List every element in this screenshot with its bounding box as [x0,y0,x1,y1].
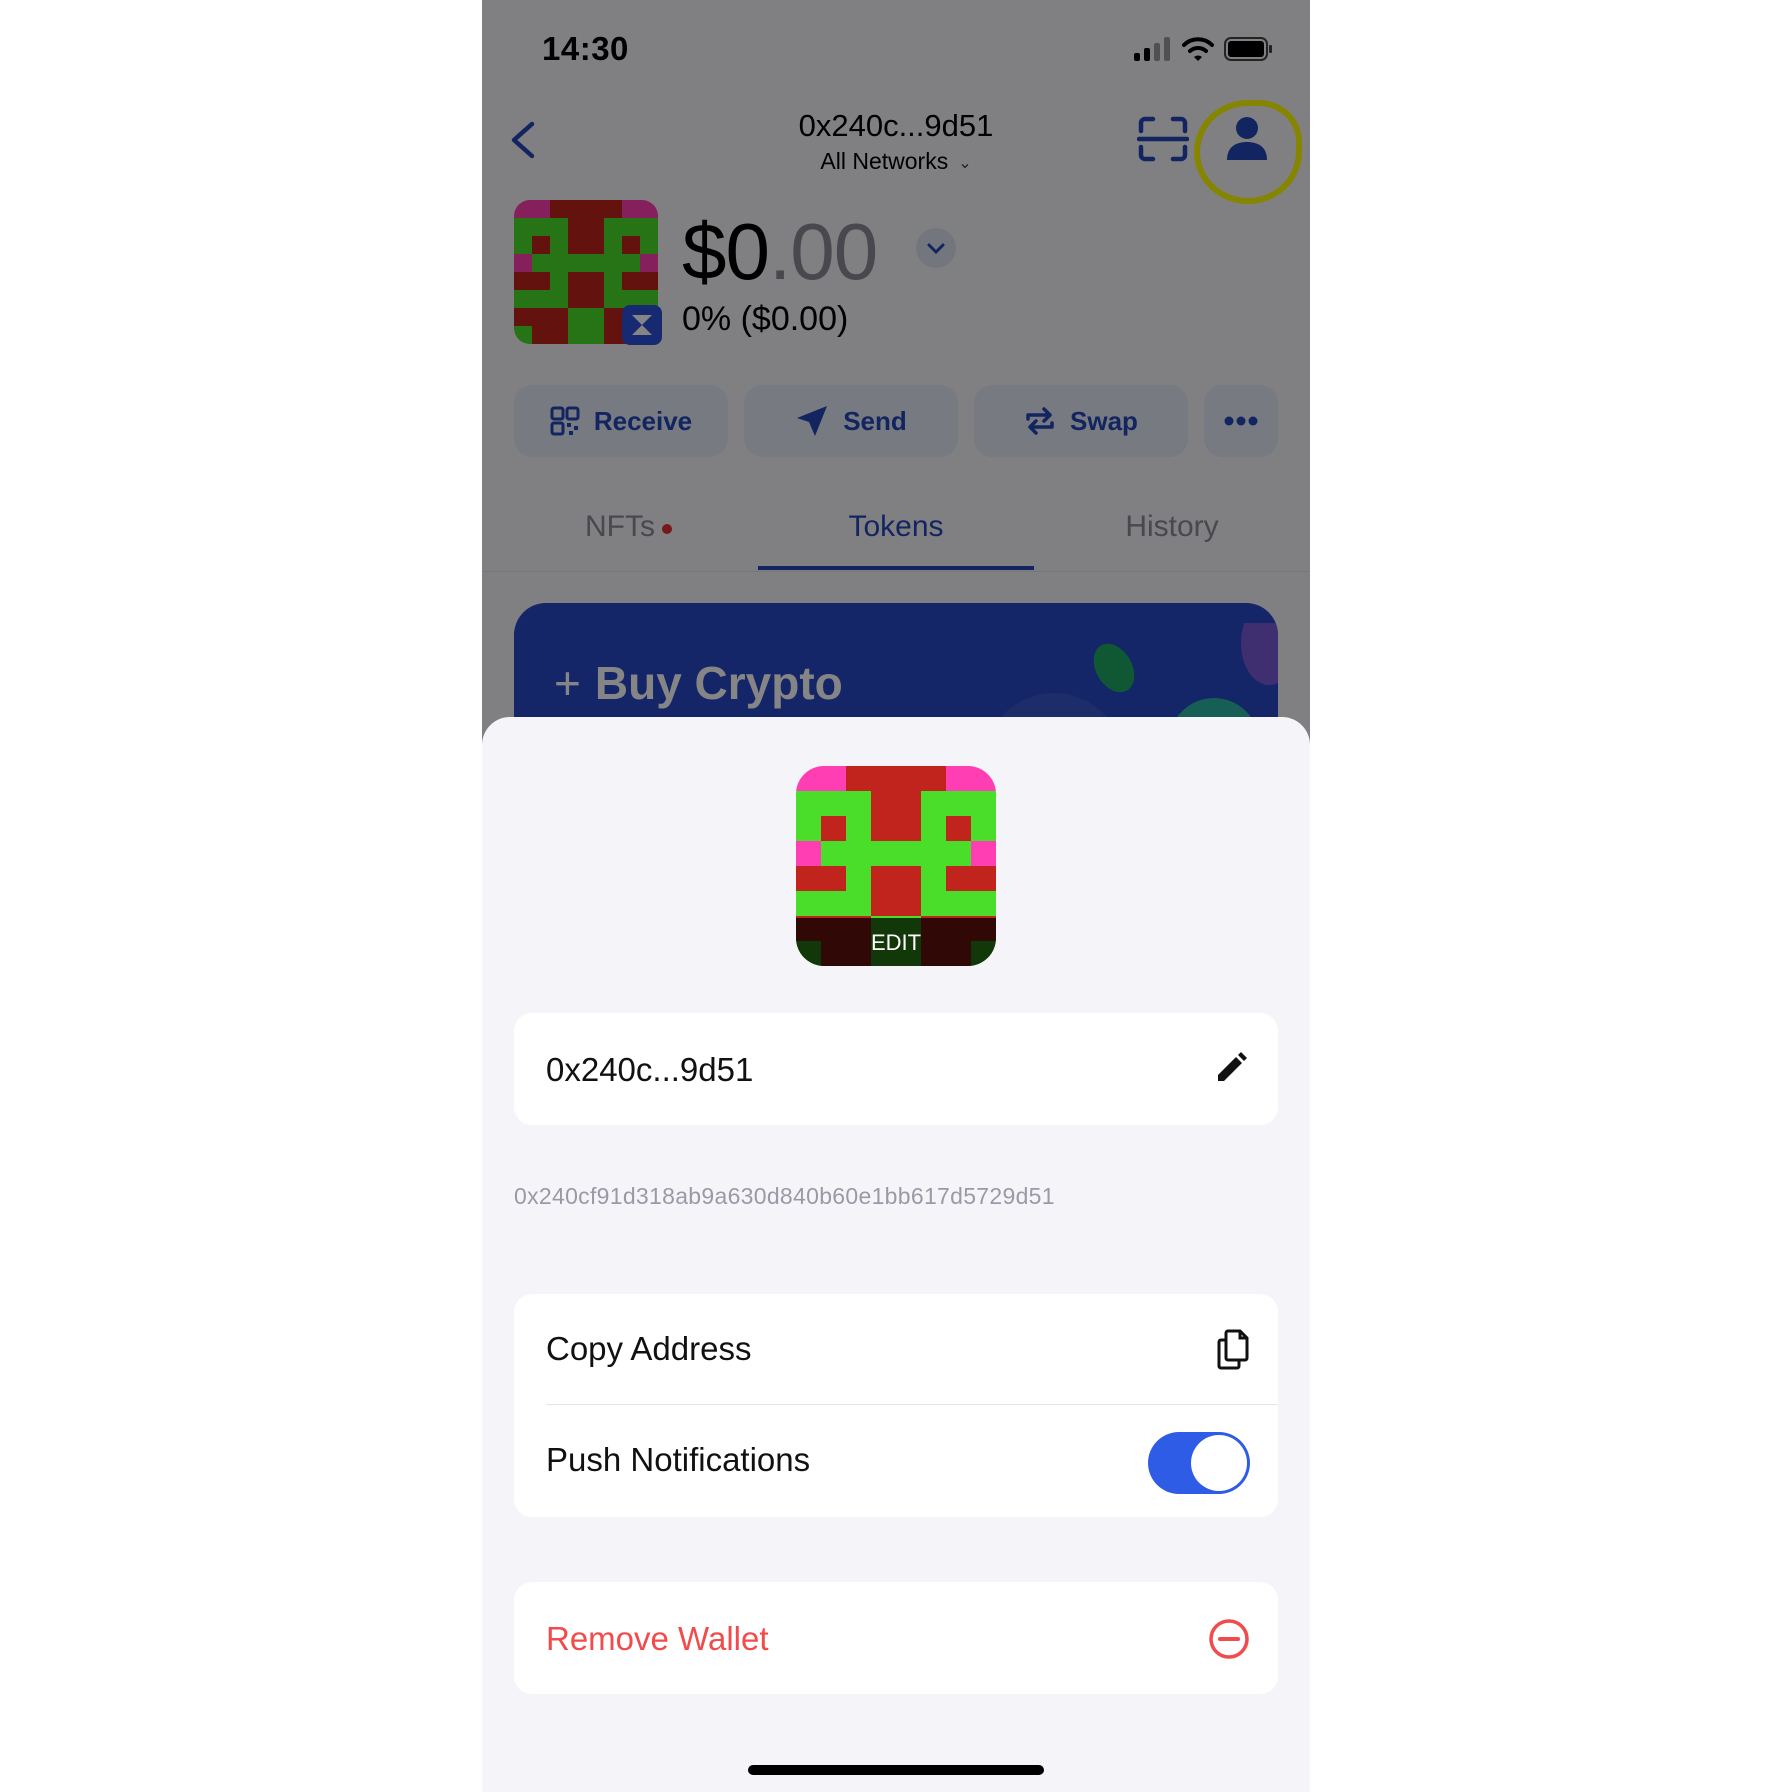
avatar-cell [846,891,871,916]
home-indicator[interactable] [748,1765,1044,1775]
avatar-cell [821,841,846,866]
avatar-cell [846,816,871,841]
avatar-cell [921,766,946,791]
avatar-cell [946,841,971,866]
avatar-cell [796,866,821,891]
avatar-cell [871,766,896,791]
avatar-cell [971,766,996,791]
avatar-cell [796,766,821,791]
avatar-cell [796,891,821,916]
avatar-cell [971,791,996,816]
push-notifications-label: Push Notifications [546,1441,811,1478]
remove-wallet-row[interactable]: Remove Wallet [514,1582,1278,1694]
wallet-name-value: 0x240c...9d51 [546,1051,754,1088]
avatar-cell [821,891,846,916]
avatar-cell [871,816,896,841]
toggle-knob [1191,1435,1247,1491]
avatar-edit-label: EDIT [796,918,996,966]
push-notifications-toggle[interactable] [1148,1432,1250,1494]
avatar-cell [921,891,946,916]
avatar-cell [896,841,921,866]
copy-address-row[interactable]: Copy Address [514,1294,1278,1404]
avatar-cell [871,866,896,891]
phone-screen: 14:30 0x240c...9d51 All Networks ⌄ $0.00… [482,0,1310,1792]
avatar-cell [796,841,821,866]
avatar-cell [921,866,946,891]
remove-wallet-label: Remove Wallet [546,1620,769,1657]
avatar-cell [946,816,971,841]
avatar-cell [971,816,996,841]
avatar-cell [871,891,896,916]
full-wallet-address: 0x240cf91d318ab9a630d840b60e1bb617d5729d… [514,1183,1055,1209]
avatar-cell [821,766,846,791]
avatar-cell [946,866,971,891]
avatar-cell [821,816,846,841]
pencil-icon[interactable] [1214,1051,1248,1085]
avatar-cell [846,766,871,791]
copy-address-label: Copy Address [546,1330,752,1367]
avatar-cell [896,816,921,841]
avatar-cell [971,841,996,866]
avatar-cell [821,791,846,816]
avatar-cell [896,766,921,791]
avatar-cell [946,791,971,816]
avatar-cell [871,841,896,866]
minus-circle-icon [1209,1619,1249,1659]
avatar-cell [971,866,996,891]
avatar-cell [921,816,946,841]
avatar-cell [971,891,996,916]
avatar-cell [846,791,871,816]
wallet-options-list: Copy Address Push Notifications [514,1294,1278,1517]
wallet-avatar-edit[interactable]: EDIT [796,766,996,966]
avatar-cell [796,791,821,816]
avatar-cell [821,866,846,891]
avatar-cell [796,816,821,841]
wallet-name-field[interactable]: 0x240c...9d51 [514,1013,1278,1125]
avatar-cell [946,891,971,916]
avatar-cell [846,866,871,891]
wallet-settings-sheet: EDIT 0x240c...9d51 0x240cf91d318ab9a630d… [482,717,1310,1792]
avatar-cell [921,791,946,816]
avatar-cell [846,841,871,866]
avatar-cell [871,791,896,816]
avatar-cell [896,791,921,816]
avatar-cell [946,766,971,791]
avatar-cell [896,891,921,916]
avatar-cell [896,866,921,891]
modal-backdrop[interactable] [482,0,1310,760]
avatar-cell [921,841,946,866]
copy-icon [1217,1329,1249,1370]
